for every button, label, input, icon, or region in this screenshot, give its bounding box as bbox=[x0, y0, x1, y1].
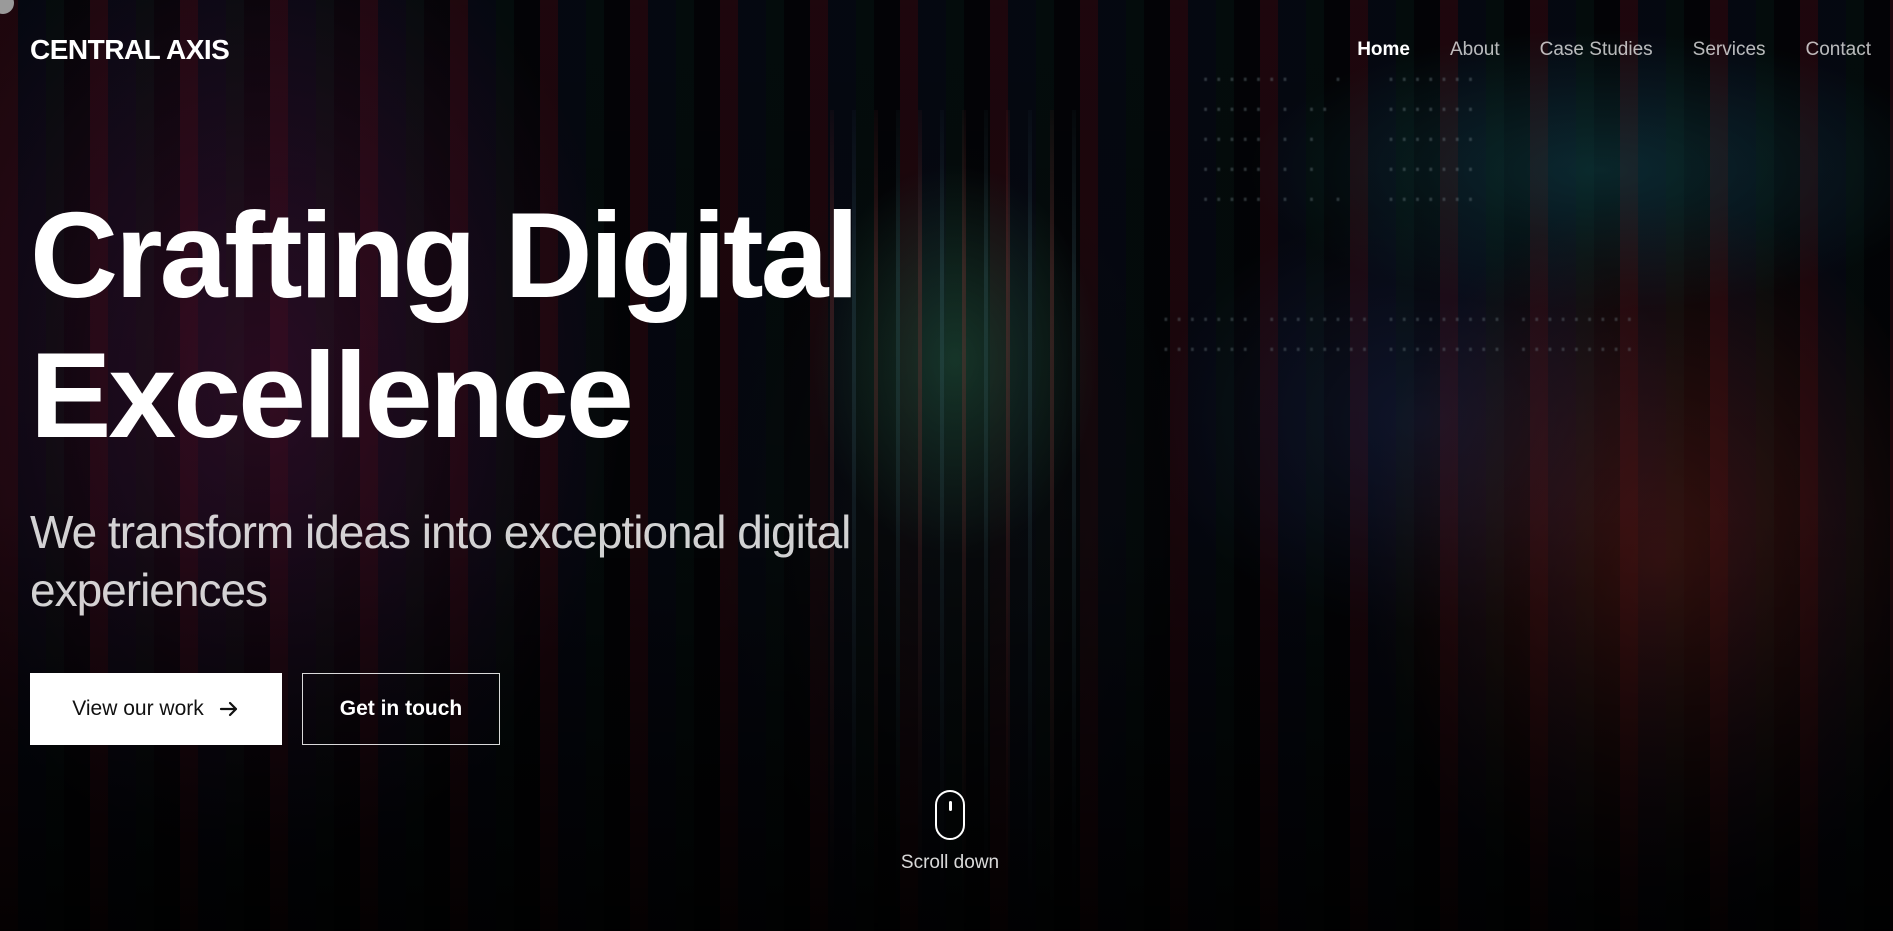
nav-links: Home About Case Studies Services Contact bbox=[1357, 39, 1871, 61]
nav-item-about[interactable]: About bbox=[1450, 39, 1500, 61]
navbar: CENTRAL AXIS Home About Case Studies Ser… bbox=[0, 0, 1893, 100]
nav-item-case-studies[interactable]: Case Studies bbox=[1540, 39, 1653, 61]
hero-content: Crafting Digital Excellence We transform… bbox=[30, 185, 1010, 619]
nav-item-contact[interactable]: Contact bbox=[1806, 39, 1871, 61]
mouse-icon bbox=[935, 790, 965, 840]
get-in-touch-button[interactable]: Get in touch bbox=[302, 673, 500, 745]
hero-headline-line2: Excellence bbox=[30, 327, 634, 463]
nav-item-home[interactable]: Home bbox=[1357, 39, 1410, 61]
hero-subheadline: We transform ideas into exceptional digi… bbox=[30, 506, 851, 616]
cta-row: View our work Get in touch bbox=[30, 673, 500, 745]
brand-logo[interactable]: CENTRAL AXIS bbox=[30, 34, 230, 66]
nav-item-services[interactable]: Services bbox=[1693, 39, 1766, 61]
arrow-right-icon bbox=[218, 698, 240, 720]
hero-section: ....... . ....... ..... . .. ....... ...… bbox=[0, 0, 1893, 931]
view-our-work-button[interactable]: View our work bbox=[30, 673, 282, 745]
hero-headline: Crafting Digital Excellence bbox=[30, 185, 1010, 465]
hero-headline-line1: Crafting Digital bbox=[30, 187, 859, 323]
view-our-work-label: View our work bbox=[72, 697, 204, 720]
scroll-label: Scroll down bbox=[900, 852, 1000, 873]
scroll-indicator[interactable]: Scroll down bbox=[900, 790, 1000, 874]
